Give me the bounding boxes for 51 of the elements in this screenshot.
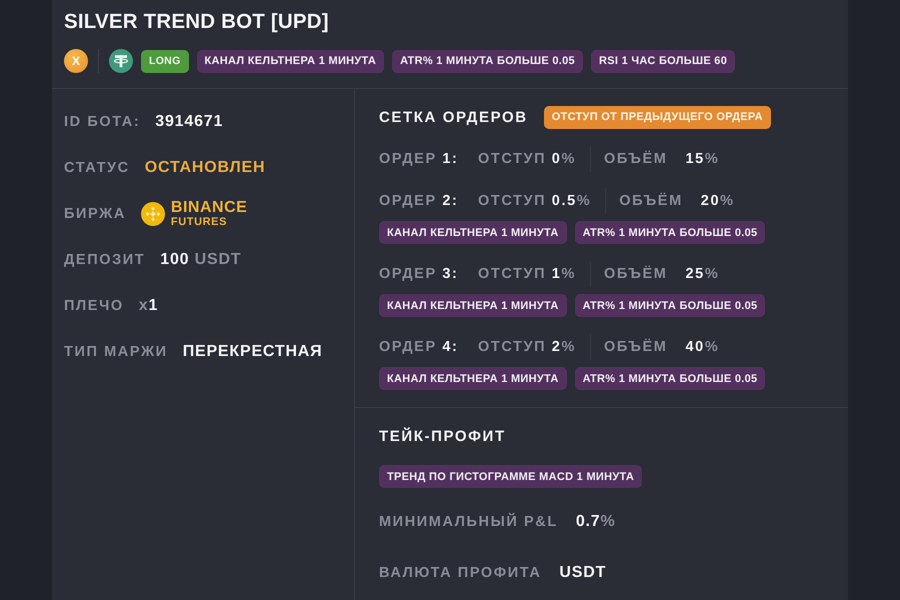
- side-tag: LONG: [141, 50, 189, 72]
- field-label: ДЕПОЗИТ: [64, 252, 146, 268]
- condition-tag: ATR% 1 МИНУТА БОЛЬШЕ 0.05: [574, 367, 766, 390]
- volume-label: ОБЪЁМ: [619, 193, 683, 209]
- volume-value: 25%: [686, 266, 720, 282]
- order-label: ОРДЕР 2:: [379, 193, 460, 209]
- field-label: МИНИМАЛЬНЫЙ P&L: [379, 514, 558, 530]
- exchange-name: BINANCE: [170, 200, 248, 216]
- field-value: 3914671: [155, 113, 224, 131]
- condition-tag: КАНАЛ КЕЛЬТНЕРА 1 МИНУТА: [379, 294, 567, 317]
- condition-tag: КАНАЛ КЕЛЬТНЕРА 1 МИНУТА: [196, 50, 384, 72]
- section-title: ТЕЙК-ПРОФИТ: [379, 428, 506, 444]
- order-offset: ОТСТУП 0.5%: [478, 193, 592, 209]
- field-value: ПЕРЕКРЕСТНАЯ: [182, 343, 322, 361]
- field-value: x1: [138, 297, 158, 315]
- coin-symbol: X: [64, 49, 88, 73]
- field-label: ВАЛЮТА ПРОФИТА: [379, 565, 542, 581]
- field-value: USDT: [559, 564, 606, 582]
- order-label: ОРДЕР 3:: [379, 266, 460, 282]
- volume-value: 15%: [686, 151, 720, 167]
- exchange-type: FUTURES: [170, 216, 228, 228]
- condition-tag: КАНАЛ КЕЛЬТНЕРА 1 МИНУТА: [379, 367, 567, 390]
- offset-mode-tag: ОТСТУП ОТ ПРЕДЫДУЩЕГО ОРДЕРА: [544, 106, 771, 128]
- field-label: ПЛЕЧО: [64, 298, 124, 314]
- field-label: ТИП МАРЖИ: [64, 344, 168, 360]
- order-offset: ОТСТУП 2%: [478, 339, 576, 355]
- volume-value: 40%: [686, 339, 720, 355]
- field-label: ID БОТА:: [64, 114, 140, 130]
- field-label: БИРЖА: [64, 206, 126, 222]
- condition-tag: RSI 1 ЧАС БОЛЬШЕ 60: [590, 50, 736, 72]
- order-label: ОРДЕР 4:: [379, 339, 460, 355]
- status-value: ОСТАНОВЛЕН: [144, 159, 266, 177]
- order-label: ОРДЕР 1:: [379, 151, 460, 167]
- volume-value: 20%: [700, 193, 735, 209]
- volume-label: ОБЪЁМ: [604, 339, 668, 355]
- condition-tag: ATR% 1 МИНУТА БОЛЬШЕ 0.05: [574, 294, 766, 317]
- field-label: СТАТУС: [64, 160, 130, 176]
- order-offset: ОТСТУП 0%: [478, 151, 576, 167]
- order-offset: ОТСТУП 1%: [478, 266, 576, 282]
- field-value: 0.7%: [576, 513, 616, 531]
- condition-tag: ATR% 1 МИНУТА БОЛЬШЕ 0.05: [574, 221, 766, 244]
- condition-tag: ТРЕНД ПО ГИСТОГРАММЕ MACD 1 МИНУТА: [379, 465, 642, 488]
- section-title: СЕТКА ОРДЕРОВ: [379, 108, 528, 126]
- bot-title: SILVER TREND BOT [UPD]: [64, 9, 330, 35]
- field-value: 100 USDT: [160, 251, 242, 269]
- t-coin-icon: [109, 49, 133, 73]
- volume-label: ОБЪЁМ: [604, 266, 668, 282]
- condition-tag: КАНАЛ КЕЛЬТНЕРА 1 МИНУТА: [379, 221, 567, 244]
- condition-tag: ATR% 1 МИНУТА БОЛЬШЕ 0.05: [392, 50, 583, 72]
- volume-label: ОБЪЁМ: [604, 151, 668, 167]
- diamond-coin-icon: [140, 202, 165, 226]
